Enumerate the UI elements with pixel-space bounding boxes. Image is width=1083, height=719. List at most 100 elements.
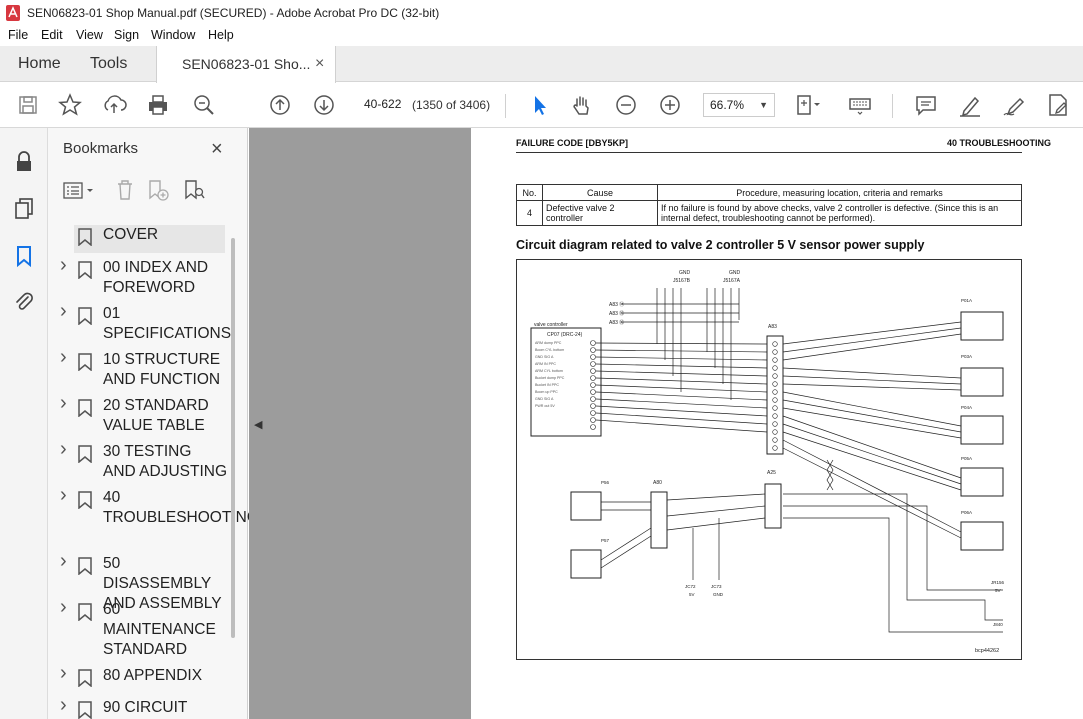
bottom-label: JR156 [991,580,1005,585]
tab-document-label: SEN06823-01 Sho... [182,56,311,72]
menu-edit[interactable]: Edit [41,28,63,42]
bookmark-icon [78,445,92,463]
svg-text:GND SIG A: GND SIG A [535,397,554,401]
top-label: J5167A [723,278,741,284]
bottom-label: JC73 [711,584,722,589]
close-icon[interactable]: × [211,138,223,161]
bookmark-options-icon[interactable] [62,180,98,202]
menu-window[interactable]: Window [151,28,195,42]
tab-close-icon[interactable]: × [315,46,324,82]
save-icon[interactable] [14,91,42,119]
bookmark-icon [78,261,92,279]
chevron-right-icon[interactable]: › [60,300,67,323]
chevron-right-icon[interactable]: › [60,662,67,685]
bookmark-label: 90 CIRCUIT [103,699,188,716]
bookmark-icon [78,228,92,246]
bookmark-label: 30 TESTING AND ADJUSTING [103,443,228,480]
hand-tool-icon[interactable] [568,91,596,119]
zoom-out-icon[interactable] [612,91,640,119]
svg-text:Boom CYL bottom: Boom CYL bottom [535,348,564,352]
connector-label: P03A [961,354,972,359]
keyboard-icon[interactable] [846,91,874,119]
page-fit-icon[interactable] [792,91,820,119]
controller-label: valve controller [534,322,568,328]
tab-tools[interactable]: Tools [90,46,127,82]
table-header: Procedure, measuring location, criteria … [657,184,1022,201]
chevron-right-icon[interactable]: › [60,484,67,507]
svg-text:ARM dump PPC: ARM dump PPC [535,341,562,345]
bookmarks-scrollbar[interactable] [231,238,235,638]
tab-home[interactable]: Home [18,46,61,82]
pages-icon[interactable] [12,196,36,220]
bottom-label: 5V [689,592,695,597]
bookmark-panel-icon[interactable] [12,244,36,268]
title-bar: SEN06823-01 Shop Manual.pdf (SECURED) - … [0,0,1083,26]
bookmark-label: 20 STANDARD VALUE TABLE [103,397,209,434]
sign-pen-icon[interactable] [1000,91,1028,119]
page-number-input[interactable]: 40-622 [358,93,408,117]
bookmark-label: 00 INDEX AND FOREWORD [103,259,209,296]
menu-view[interactable]: View [76,28,103,42]
connector-label: A25 [767,470,776,476]
bookmark-icon [78,557,92,575]
menu-help[interactable]: Help [208,28,234,42]
svg-text:A83 ⑮: A83 ⑮ [609,310,624,317]
bookmarks-panel: Bookmarks × COVER › 00 INDEX AND FOREWORD ›… [48,128,259,719]
comment-icon[interactable] [912,91,940,119]
svg-text:ARM CYL bottom: ARM CYL bottom [535,369,563,373]
zoom-search-icon[interactable] [190,91,218,119]
star-icon[interactable] [56,91,84,119]
chevron-right-icon[interactable]: › [60,596,67,619]
top-label: GND [729,270,741,276]
connector-label: P05A [961,456,972,461]
svg-text:PWR out 5V: PWR out 5V [535,404,555,408]
table-cell: If no failure is found by above checks, … [657,200,1022,226]
upload-icon[interactable] [100,91,128,119]
attachment-icon[interactable] [12,290,36,314]
bottom-label: JC72 [685,584,696,589]
delete-bookmark-icon[interactable] [114,178,136,202]
table-cell: Defective valve 2 controller [542,200,658,226]
toolbar: 40-622 (1350 of 3406) 66.7% ▼ [0,83,1083,128]
new-bookmark-icon[interactable] [146,178,170,202]
select-cursor-icon[interactable] [526,91,554,119]
svg-text:A83 ⑯: A83 ⑯ [609,319,624,326]
page-count: (1350 of 3406) [412,98,491,112]
bottom-label: GND [713,592,724,597]
bookmark-icon [78,399,92,417]
bookmark-label: 01 SPECIFICATIONS [103,305,232,342]
bookmark-icon [78,307,92,325]
chevron-right-icon[interactable]: › [60,550,67,573]
menu-sign[interactable]: Sign [114,28,139,42]
find-bookmark-icon[interactable] [182,178,206,202]
edit-document-icon[interactable] [1044,91,1072,119]
bottom-label: J840 [993,622,1003,627]
bookmark-label: 10 STRUCTURE AND FUNCTION [103,351,221,388]
print-icon[interactable] [144,91,172,119]
lock-icon[interactable] [12,150,36,174]
page-down-icon[interactable] [310,91,338,119]
svg-text:GND SIG A: GND SIG A [535,355,554,359]
svg-text:ARM IN PPC: ARM IN PPC [535,362,556,366]
chevron-right-icon[interactable]: › [60,254,67,277]
page-header-right: 40 TROUBLESHOOTING [946,138,1051,148]
header-rule [516,152,1022,153]
tab-document[interactable]: SEN06823-01 Sho... × [156,46,336,83]
collapse-panel-icon[interactable]: ◀ [254,418,262,431]
bookmark-icon [78,603,92,621]
chevron-right-icon[interactable]: › [60,694,67,717]
chevron-right-icon[interactable]: › [60,392,67,415]
top-label: J5167B [673,278,691,284]
highlight-pen-icon[interactable] [956,91,984,119]
zoom-in-icon[interactable] [656,91,684,119]
table-row: 4 Defective valve 2 controller If no fai… [516,200,1022,226]
chevron-right-icon[interactable]: › [60,438,67,461]
menu-file[interactable]: File [8,28,28,42]
tab-bar: Home Tools SEN06823-01 Sho... × [0,46,1083,83]
page-up-icon[interactable] [266,91,294,119]
zoom-select[interactable]: 66.7% ▼ [703,93,775,117]
svg-text:Boom up PPC: Boom up PPC [535,390,558,394]
connector-label: P06A [961,510,972,515]
cause-table: No. Cause Procedure, measuring location,… [516,184,1022,226]
chevron-right-icon[interactable]: › [60,346,67,369]
